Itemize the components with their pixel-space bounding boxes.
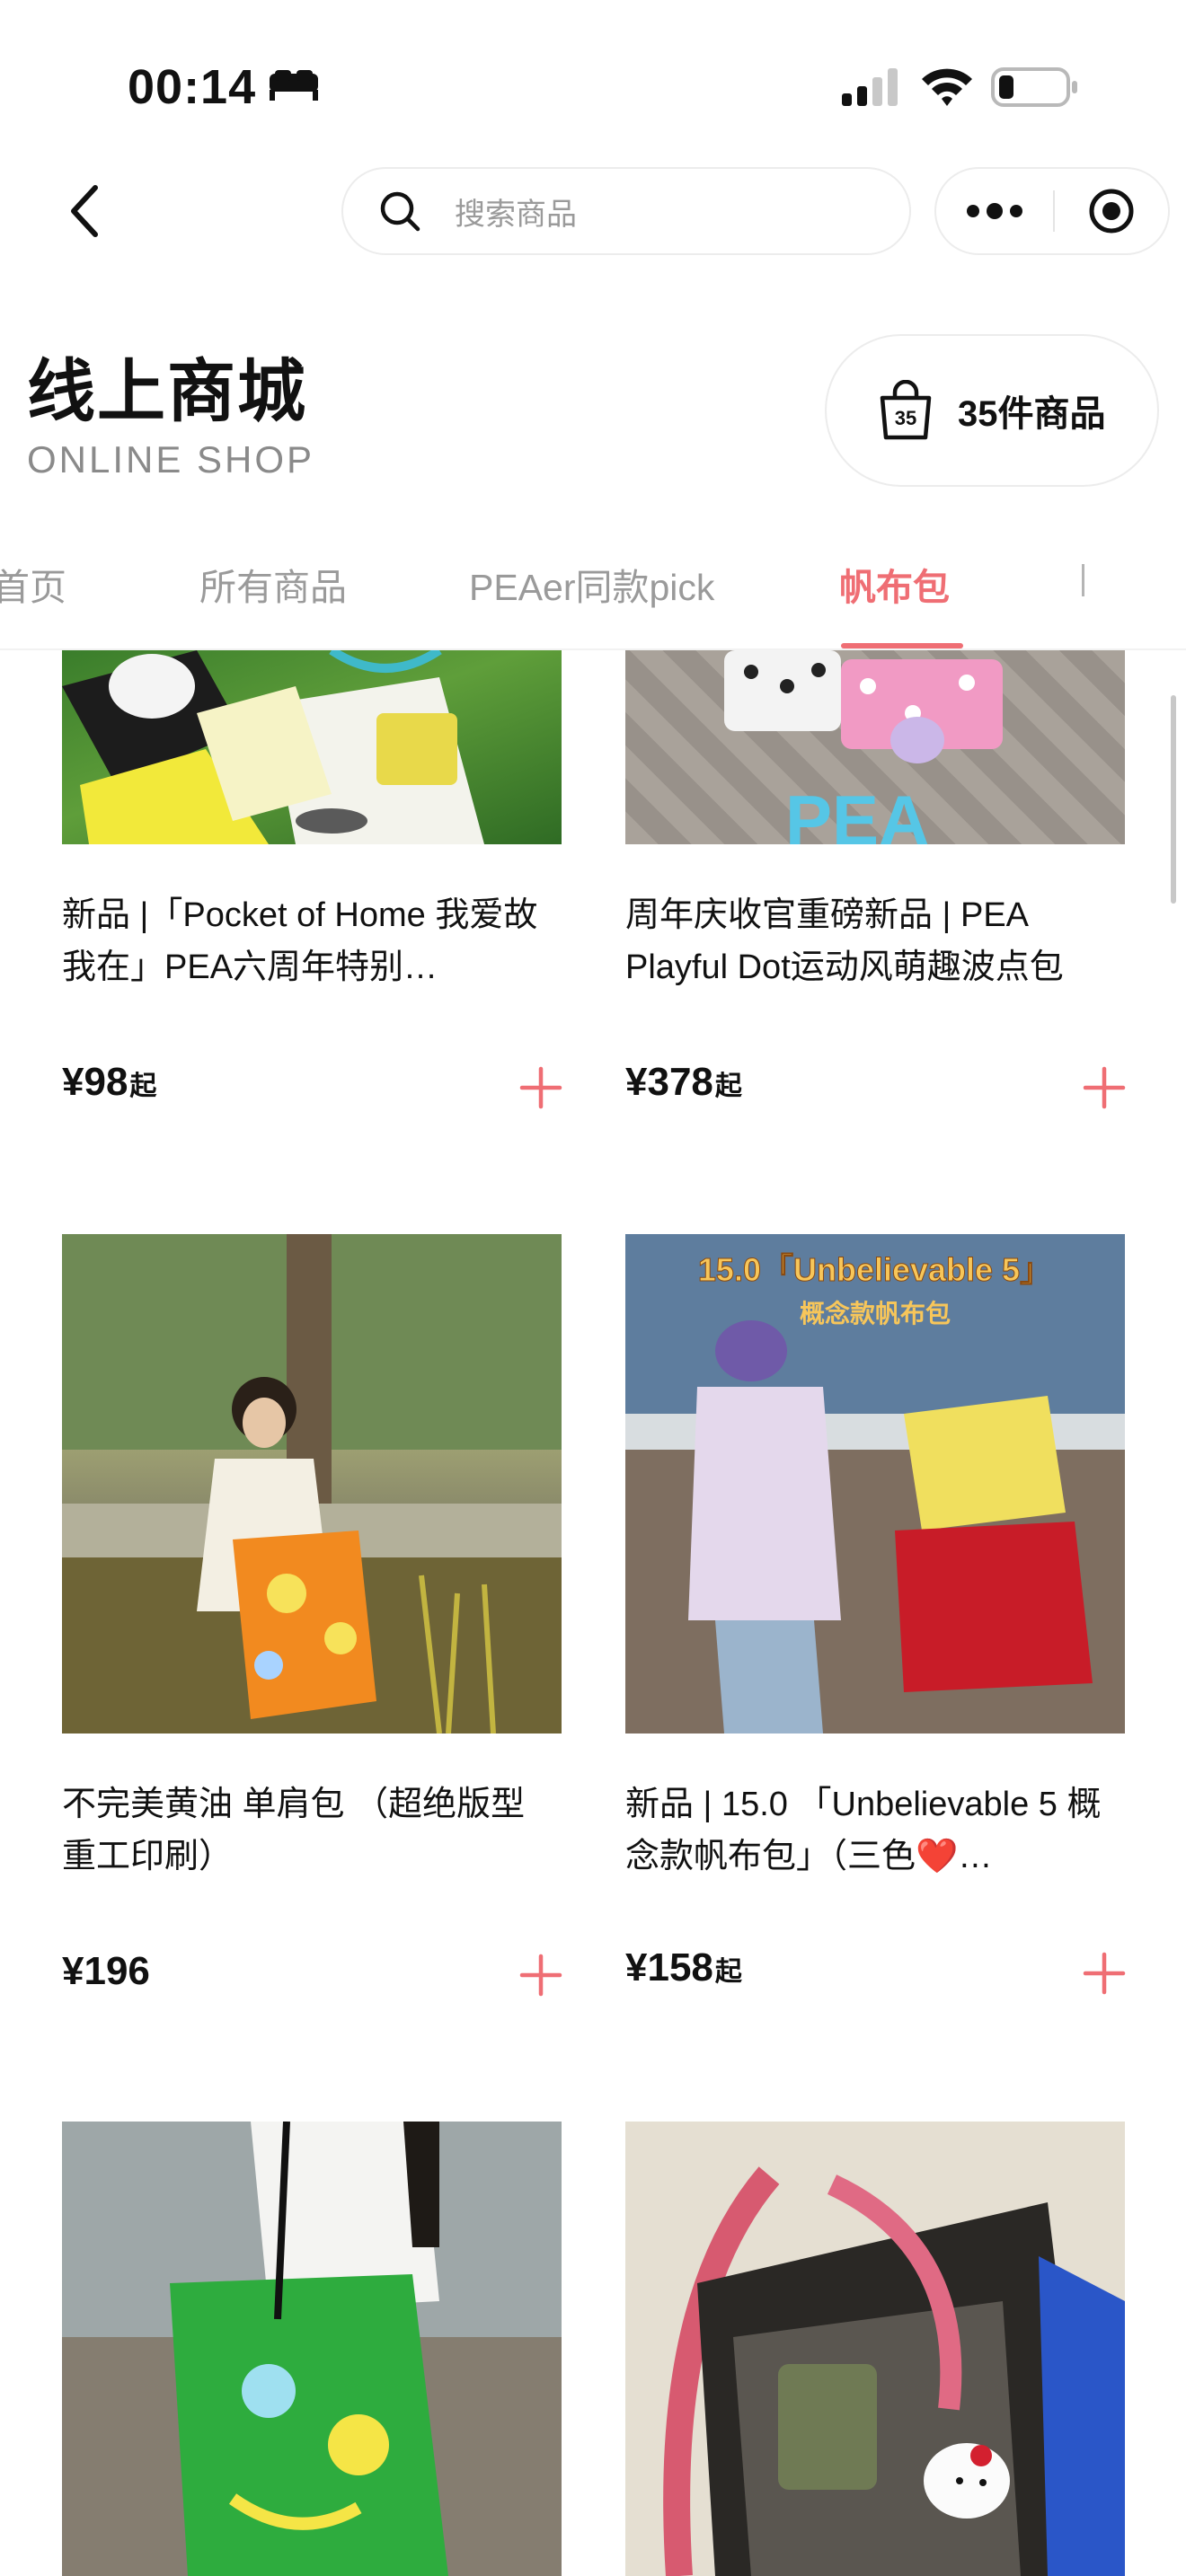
product-price: ¥98起 [62,1060,157,1104]
product-price: ¥158起 [625,1945,742,1989]
add-to-cart-button[interactable] [1082,1065,1127,1110]
product-price: ¥378起 [625,1060,742,1104]
product-card[interactable] [62,2122,562,2576]
product-image[interactable]: 15.0「Unbelievable 5」 概念款帆布包 [625,1234,1125,1734]
product-title[interactable]: 周年庆收官重磅新品 | PEA Playful Dot运动风萌趣波点包 [625,889,1125,993]
back-button[interactable] [59,180,110,243]
page-subtitle: ONLINE SHOP [27,438,315,481]
wifi-icon [922,68,972,106]
product-card[interactable] [625,2122,1125,2576]
category-tabs: 首页 所有商品 PEAer同款pick 帆布包 [0,530,1186,650]
image-subcaption: 概念款帆布包 [800,1299,951,1328]
product-card[interactable]: 新品 |「Pocket of Home 我爱故我在」PEA六周年特别… ¥98起 [62,650,562,1153]
status-time: 00:14 [128,60,257,114]
cart-count: 35 [894,407,917,429]
search-input[interactable]: 搜索商品 [341,167,911,255]
product-image[interactable] [625,2122,1125,2576]
product-image[interactable]: PEA [625,650,1125,844]
shopping-bag-icon: 35 [877,379,934,441]
tab-canvas-bag[interactable]: 帆布包 [839,557,950,611]
tab-home[interactable]: 首页 [0,557,66,611]
search-placeholder: 搜索商品 [455,197,577,232]
add-to-cart-button[interactable] [1082,1951,1127,1996]
add-to-cart-button[interactable] [518,1065,563,1110]
product-image[interactable] [62,2122,562,2576]
cellular-signal-icon [842,68,898,106]
search-icon [380,191,420,232]
product-card[interactable]: 15.0「Unbelievable 5」 概念款帆布包 新品 | 15.0 「U… [625,1234,1127,2025]
sleep-focus-icon [270,70,318,101]
mini-program-capsule [934,167,1170,255]
tab-all-products[interactable]: 所有商品 [199,557,347,611]
product-card[interactable]: 不完美黄油 单肩包 （超绝版型 重工印刷） ¥196 [62,1234,562,2025]
tab-peaer-pick[interactable]: PEAer同款pick [469,557,714,611]
page-title: 线上商城 [27,354,307,430]
status-bar: 00:14 [0,0,1186,171]
product-title[interactable]: 新品 | 15.0 「Unbelievable 5 概念款帆布包」（三色❤️… [625,1778,1125,1883]
target-close-icon [1089,189,1134,234]
more-dots-icon [967,203,1022,219]
product-image[interactable] [62,1234,562,1734]
product-image[interactable] [62,650,562,844]
product-grid: 新品 |「Pocket of Home 我爱故我在」PEA六周年特别… ¥98起… [0,650,1186,2576]
close-mini-program-button[interactable] [1055,169,1168,253]
product-title[interactable]: 不完美黄油 单肩包 （超绝版型 重工印刷） [62,1778,562,1883]
active-tab-indicator [841,643,963,648]
product-card[interactable]: PEA 周年庆收官重磅新品 | PEA Playful Dot运动风萌趣波点包 … [625,650,1127,1153]
chevron-left-icon [71,185,98,237]
more-button[interactable] [936,169,1053,253]
product-title[interactable]: 新品 |「Pocket of Home 我爱故我在」PEA六周年特别… [62,889,562,993]
product-price: ¥196 [62,1949,150,1993]
battery-icon [991,67,1077,107]
cart-label: 35件商品 [958,394,1106,434]
cart-button[interactable]: 35 35件商品 [825,334,1159,487]
image-caption: 15.0「Unbelievable 5」 [698,1251,1052,1288]
image-caption: PEA [785,781,929,844]
tab-next-partial[interactable] [1082,564,1084,596]
add-to-cart-button[interactable] [518,1953,563,1998]
scrollbar[interactable] [1171,695,1176,904]
